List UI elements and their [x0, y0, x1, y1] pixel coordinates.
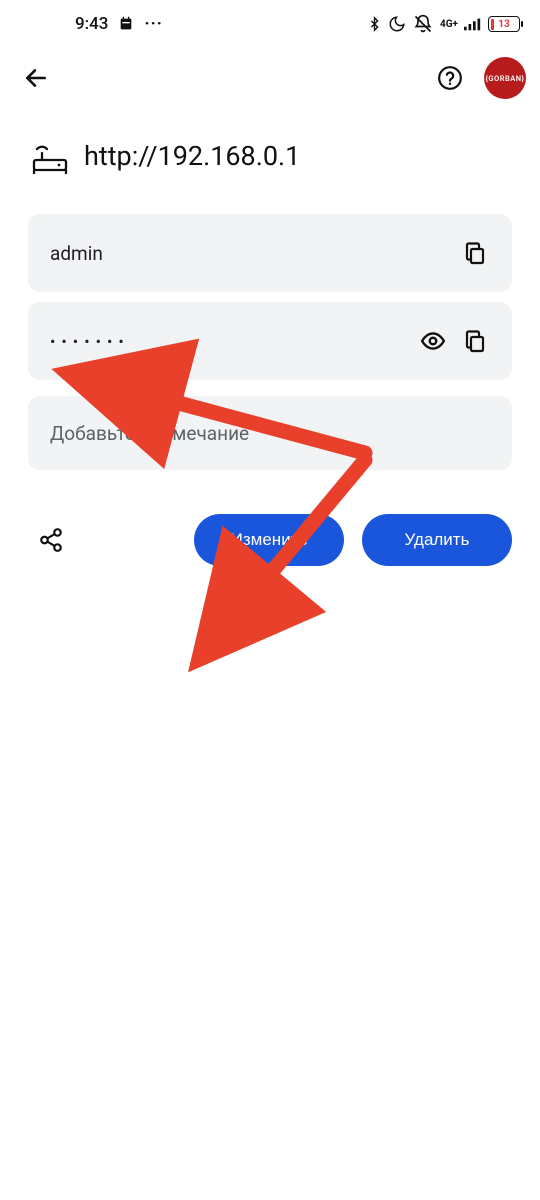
vibrate-icon — [412, 14, 434, 34]
edit-button[interactable]: Изменить — [194, 514, 344, 566]
profile-avatar[interactable]: {GORBAN} — [484, 57, 526, 99]
network-type: 4G+ — [440, 19, 458, 30]
copy-password-button[interactable] — [454, 320, 496, 362]
action-row: Изменить Удалить — [0, 480, 540, 566]
reveal-password-button[interactable] — [412, 320, 454, 362]
eye-icon — [420, 328, 446, 354]
status-bar-right: 4G+ 13 — [367, 14, 520, 34]
password-field[interactable]: ••••••• — [28, 302, 512, 380]
status-bar-left: 9:43 ··· — [75, 14, 163, 34]
help-button[interactable] — [428, 56, 472, 100]
copy-icon — [463, 241, 487, 265]
status-time: 9:43 — [75, 14, 108, 34]
copy-username-button[interactable] — [454, 232, 496, 274]
app-bar: {GORBAN} — [0, 48, 540, 108]
back-button[interactable] — [14, 56, 58, 100]
bluetooth-icon — [367, 15, 382, 33]
share-icon — [38, 527, 64, 553]
avatar-text: {GORBAN} — [485, 74, 524, 83]
delete-button[interactable]: Удалить — [362, 514, 512, 566]
page-header: http://192.168.0.1 — [0, 108, 540, 200]
page-title: http://192.168.0.1 — [84, 140, 300, 172]
battery-pct: 13 — [489, 19, 519, 30]
password-value: ••••••• — [50, 332, 412, 351]
battery-icon: 13 — [488, 16, 520, 32]
share-button[interactable] — [28, 517, 74, 563]
username-field[interactable]: admin — [28, 214, 512, 292]
help-icon — [437, 65, 463, 91]
copy-icon — [463, 329, 487, 353]
overflow-dots-icon: ··· — [144, 14, 162, 34]
scheduled-icon — [118, 16, 134, 32]
status-bar: 9:43 ··· 4G+ 13 — [0, 0, 540, 48]
dnd-icon — [388, 15, 406, 33]
username-value: admin — [50, 242, 454, 265]
arrow-back-icon — [23, 65, 49, 91]
main-content: admin ••••••• Добавьте примечание — [0, 200, 540, 470]
signal-icon — [464, 17, 482, 31]
router-icon — [32, 138, 68, 174]
note-placeholder: Добавьте примечание — [50, 422, 249, 445]
note-field[interactable]: Добавьте примечание — [28, 396, 512, 470]
